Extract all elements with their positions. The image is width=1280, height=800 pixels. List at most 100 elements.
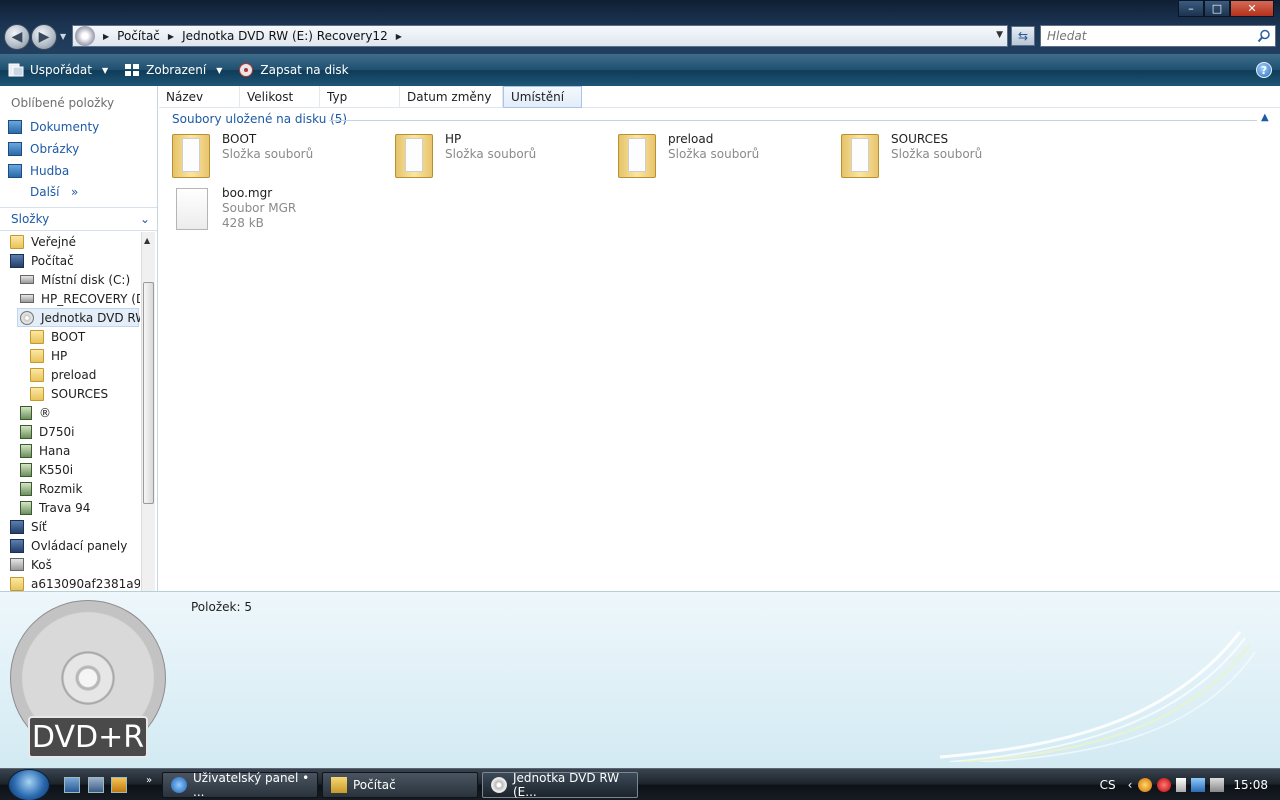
minimize-button[interactable]: – xyxy=(1178,0,1204,17)
tree-item-boot[interactable]: BOOT xyxy=(30,327,85,346)
tree-item-label: D750i xyxy=(39,424,75,439)
search-icon[interactable] xyxy=(1257,29,1271,43)
file-item-boot[interactable]: BOOT Složka souborů xyxy=(172,132,313,180)
tree-item-trava[interactable]: Trava 94 xyxy=(20,498,90,517)
folder-icon xyxy=(30,329,44,344)
start-button[interactable] xyxy=(8,769,50,800)
dvd-drive-icon xyxy=(20,310,34,325)
help-button[interactable]: ? xyxy=(1256,62,1272,78)
favorite-pictures[interactable]: Obrázky xyxy=(8,140,79,158)
search-box[interactable] xyxy=(1040,25,1276,47)
show-desktop-icon[interactable] xyxy=(64,777,80,793)
switch-windows-icon[interactable] xyxy=(88,777,104,793)
column-type[interactable]: Typ xyxy=(320,86,400,108)
drive-icon xyxy=(20,275,34,284)
recent-pages-dropdown[interactable]: ▼ xyxy=(60,32,66,41)
breadcrumb-separator-icon[interactable]: ▶ xyxy=(396,32,402,41)
tree-item-hp-recovery[interactable]: HP_RECOVERY (D: xyxy=(20,289,140,308)
forward-button[interactable]: ▶ xyxy=(31,24,57,50)
tree-item-recycle-bin[interactable]: Koš xyxy=(10,555,52,574)
show-hidden-icons-button[interactable]: ‹ xyxy=(1128,778,1133,792)
column-size[interactable]: Velikost xyxy=(240,86,320,108)
tree-item-hana[interactable]: Hana xyxy=(20,441,70,460)
safely-remove-hardware-icon[interactable] xyxy=(1176,778,1187,792)
tree-item-device[interactable]: ® xyxy=(20,403,51,422)
burn-to-disc-button[interactable]: Zapsat na disk xyxy=(230,56,356,84)
tree-item-k550i[interactable]: K550i xyxy=(20,460,73,479)
back-button[interactable]: ◀ xyxy=(4,24,30,50)
column-location[interactable]: Umístění xyxy=(503,86,582,108)
tree-item-dvd-drive[interactable]: Jednotka DVD RW xyxy=(17,308,140,327)
item-size: 428 kB xyxy=(222,216,264,230)
file-item-hp[interactable]: HP Složka souborů xyxy=(395,132,536,180)
tree-item-preload[interactable]: preload xyxy=(30,365,96,384)
scroll-up-icon[interactable]: ▲ xyxy=(144,236,150,245)
tree-item-computer[interactable]: Počítač xyxy=(10,251,74,270)
volume-icon[interactable] xyxy=(1210,778,1225,792)
breadcrumb-separator-icon[interactable]: ▶ xyxy=(168,32,174,41)
column-name[interactable]: Název xyxy=(159,86,240,108)
title-bar: – □ ✕ ◀ ▶ ▼ ▶ Počítač ▶ Jednotka DVD RW … xyxy=(0,0,1280,54)
tree-item-control-panel[interactable]: Ovládací panely xyxy=(10,536,127,555)
more-favorites-link[interactable]: Další » xyxy=(30,185,78,199)
close-button[interactable]: ✕ xyxy=(1230,0,1274,17)
file-item-boo-mgr[interactable]: boo.mgr Soubor MGR 428 kB xyxy=(172,186,296,248)
collapse-group-icon[interactable]: ▲ xyxy=(1261,112,1269,123)
antivirus-icon[interactable] xyxy=(1138,778,1153,792)
tree-item-label: HP_RECOVERY (D: xyxy=(41,291,140,306)
security-icon[interactable] xyxy=(1157,778,1172,792)
tree-item-local-disk[interactable]: Místní disk (C:) xyxy=(20,270,130,289)
system-tray: CS ‹ 15:08 xyxy=(1100,769,1280,800)
tree-item-temp-folder[interactable]: a613090af2381a99560 xyxy=(10,574,140,592)
views-button[interactable]: Zobrazení ▼ xyxy=(116,56,230,84)
tree-item-network[interactable]: Síť xyxy=(10,517,47,536)
folder-icon xyxy=(10,234,24,249)
tree-item-public[interactable]: Veřejné xyxy=(10,232,76,251)
task-label: Počítač xyxy=(353,778,396,792)
taskbar-button-dvd-drive[interactable]: Jednotka DVD RW (E... xyxy=(482,771,638,799)
quicklaunch-more-icon[interactable]: » xyxy=(146,775,152,786)
clock[interactable]: 15:08 xyxy=(1233,778,1268,792)
tree-item-sources[interactable]: SOURCES xyxy=(30,384,108,403)
tree-item-label: a613090af2381a99560 xyxy=(31,576,140,591)
address-bar[interactable]: ▶ Počítač ▶ Jednotka DVD RW (E:) Recover… xyxy=(72,25,1008,47)
language-indicator[interactable]: CS xyxy=(1100,778,1116,792)
chevron-down-icon: ⌄ xyxy=(139,212,150,226)
favorite-documents[interactable]: Dokumenty xyxy=(8,118,99,136)
folder-icon xyxy=(618,132,656,178)
views-label: Zobrazení xyxy=(146,63,207,77)
media-player-icon[interactable] xyxy=(111,777,127,793)
favorites-title: Oblíbené položky xyxy=(11,96,115,110)
file-item-sources[interactable]: SOURCES Složka souborů xyxy=(841,132,982,180)
tree-item-rozmik[interactable]: Rozmik xyxy=(20,479,82,498)
taskbar-button-browser[interactable]: Uživatelský panel • ... xyxy=(162,771,318,799)
pictures-icon xyxy=(8,142,22,156)
task-label: Jednotka DVD RW (E... xyxy=(513,771,620,799)
command-bar: Uspořádat ▼ Zobrazení ▼ Zapsat na disk ? xyxy=(0,54,1280,86)
file-item-preload[interactable]: preload Složka souborů xyxy=(618,132,759,180)
column-date-modified[interactable]: Datum změny xyxy=(400,86,503,108)
tree-item-label: K550i xyxy=(39,462,74,477)
breadcrumb-dvd-drive[interactable]: Jednotka DVD RW (E:) Recovery12 xyxy=(182,29,388,43)
maximize-button[interactable]: □ xyxy=(1204,0,1230,17)
network-icon[interactable] xyxy=(1191,778,1206,792)
drive-icon xyxy=(20,294,34,303)
tree-item-d750i[interactable]: D750i xyxy=(20,422,74,441)
taskbar-button-computer[interactable]: Počítač xyxy=(322,772,478,798)
window-controls: – □ ✕ xyxy=(1178,0,1274,17)
more-label: Další xyxy=(30,185,60,199)
address-dropdown-icon[interactable]: ▼ xyxy=(996,30,1003,40)
breadcrumb-computer[interactable]: Počítač xyxy=(117,29,160,43)
tree-item-hp[interactable]: HP xyxy=(30,346,67,365)
group-header[interactable]: Soubory uložené na disku (5) xyxy=(172,112,347,126)
breadcrumb-separator-icon[interactable]: ▶ xyxy=(103,32,109,41)
organize-button[interactable]: Uspořádat ▼ xyxy=(0,56,116,84)
folders-header[interactable]: Složky ⌄ xyxy=(0,207,157,231)
scrollbar-thumb[interactable] xyxy=(143,282,154,504)
favorite-music[interactable]: Hudba xyxy=(8,162,69,180)
search-input[interactable] xyxy=(1041,26,1241,46)
decorative-swoosh xyxy=(940,631,1256,762)
tree-item-label: HP xyxy=(51,348,68,363)
folder-icon xyxy=(30,367,44,382)
refresh-button[interactable]: ⇆ xyxy=(1011,26,1035,46)
